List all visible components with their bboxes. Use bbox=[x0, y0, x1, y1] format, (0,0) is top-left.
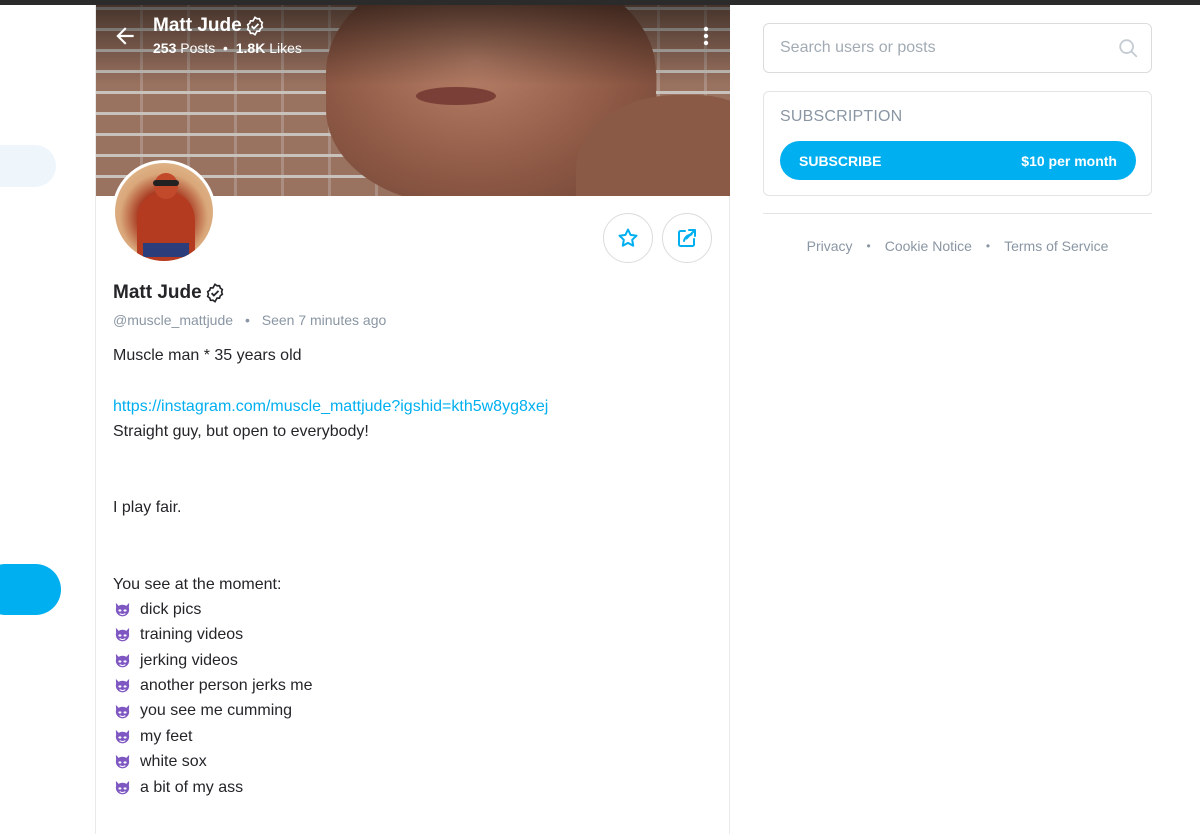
profile-name-row: Matt Jude bbox=[113, 282, 226, 304]
verified-badge-icon bbox=[246, 16, 263, 36]
bio-line bbox=[113, 445, 713, 470]
privacy-link[interactable]: Privacy bbox=[807, 238, 853, 254]
profile-handle[interactable]: @muscle_mattjude bbox=[113, 312, 233, 328]
sidebar-nav-item-active[interactable] bbox=[0, 145, 56, 187]
add-to-favorites-button[interactable] bbox=[603, 213, 653, 263]
bio-line: Muscle man * 35 years old bbox=[113, 347, 302, 364]
subscription-title: SUBSCRIPTION bbox=[780, 108, 903, 125]
subscribe-price: $10 per month bbox=[1021, 152, 1117, 169]
smiling-devil-icon bbox=[115, 755, 130, 769]
cookie-notice-link[interactable]: Cookie Notice bbox=[885, 238, 972, 254]
search-icon[interactable] bbox=[1117, 37, 1139, 59]
sidebar-new-post-button[interactable] bbox=[0, 564, 61, 615]
smiling-devil-icon bbox=[115, 729, 130, 744]
header-name: Matt Jude bbox=[153, 15, 242, 36]
bio-line bbox=[113, 521, 713, 546]
verified-badge-icon bbox=[206, 283, 223, 303]
cover-header: Matt Jude 253 Posts • 1.8K Likes bbox=[153, 15, 302, 56]
star-icon bbox=[618, 228, 638, 247]
list-item: white sox bbox=[113, 749, 713, 774]
smiling-devil-icon bbox=[115, 653, 130, 668]
list-item: a bit of my ass bbox=[113, 775, 713, 800]
list-item: my feet bbox=[113, 724, 713, 749]
smiling-devil-icon bbox=[115, 628, 130, 642]
arrow-left-icon bbox=[116, 27, 134, 45]
bio-line bbox=[113, 546, 713, 571]
bio-line: You see at the moment: bbox=[113, 575, 282, 593]
bio-line: I play fair. bbox=[113, 499, 182, 517]
smiling-devil-icon bbox=[115, 704, 130, 719]
search-input[interactable] bbox=[780, 24, 1110, 72]
smiling-devil-icon bbox=[115, 679, 130, 693]
bio-line bbox=[113, 470, 713, 495]
profile-name: Matt Jude bbox=[113, 282, 202, 303]
last-seen: Seen 7 minutes ago bbox=[261, 312, 387, 328]
list-item: training videos bbox=[113, 622, 713, 647]
subscription-card: SUBSCRIPTION SUBSCRIBE $10 per month bbox=[763, 91, 1152, 196]
search-box bbox=[763, 23, 1152, 73]
profile-meta: @muscle_mattjude • Seen 7 minutes ago bbox=[113, 312, 387, 328]
terms-of-service-link[interactable]: Terms of Service bbox=[1004, 238, 1108, 254]
bio-line: Straight guy, but open to everybody! bbox=[113, 423, 369, 441]
likes-count: 1.8K bbox=[235, 40, 266, 56]
share-icon bbox=[678, 229, 696, 247]
profile-column: Matt Jude 253 Posts • 1.8K Likes Matt Ju… bbox=[95, 5, 730, 834]
posts-count: 253 bbox=[153, 40, 177, 56]
header-stats: 253 Posts • 1.8K Likes bbox=[153, 40, 302, 56]
profile-bio: Muscle man * 35 years old https://instag… bbox=[113, 343, 713, 800]
smiling-devil-icon bbox=[115, 602, 130, 617]
more-options-button[interactable] bbox=[696, 23, 716, 49]
instagram-link[interactable]: https://instagram.com/muscle_mattjude?ig… bbox=[113, 398, 548, 415]
posts-label: Posts bbox=[180, 40, 216, 56]
list-item: jerking videos bbox=[113, 648, 713, 673]
header-name-row: Matt Jude bbox=[153, 15, 302, 37]
avatar[interactable] bbox=[112, 160, 216, 264]
list-item: you see me cumming bbox=[113, 698, 713, 723]
share-profile-button[interactable] bbox=[662, 213, 712, 263]
bio-line bbox=[113, 368, 713, 393]
list-item: dick pics bbox=[113, 597, 713, 622]
subscribe-label: SUBSCRIBE bbox=[799, 152, 882, 169]
list-item: another person jerks me bbox=[113, 673, 713, 698]
back-button[interactable] bbox=[112, 23, 138, 49]
likes-label: Likes bbox=[269, 40, 302, 56]
subscribe-button[interactable]: SUBSCRIBE $10 per month bbox=[780, 141, 1136, 180]
divider bbox=[763, 213, 1152, 214]
vertical-dots-icon bbox=[703, 26, 709, 46]
smiling-devil-icon bbox=[115, 780, 130, 795]
footer-links: Privacy • Cookie Notice • Terms of Servi… bbox=[806, 238, 1109, 254]
